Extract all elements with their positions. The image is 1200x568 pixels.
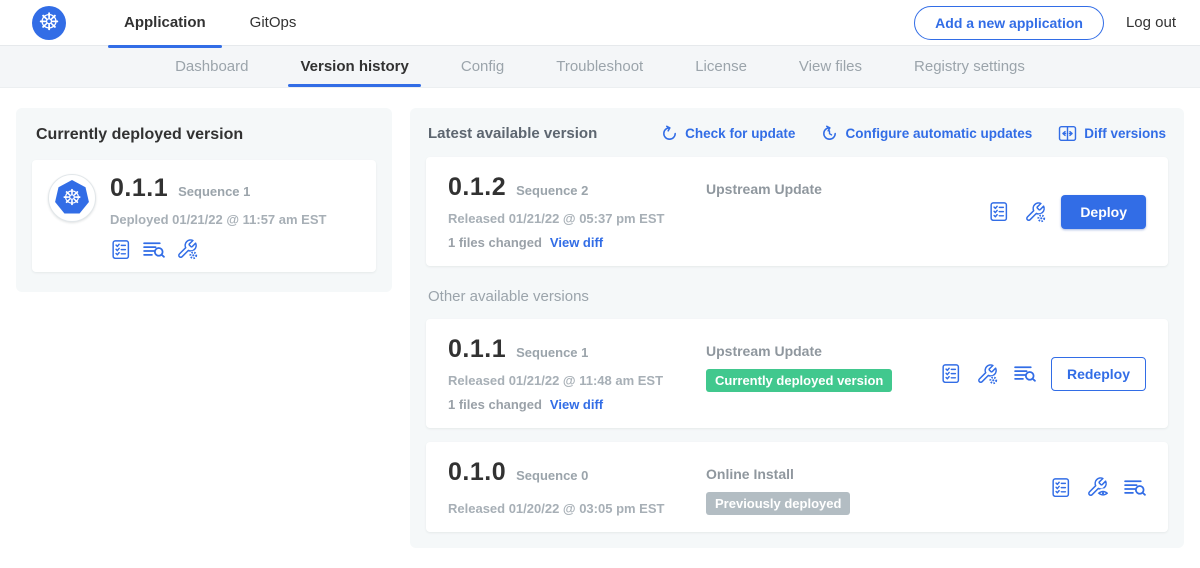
currently-deployed-badge: Currently deployed version bbox=[706, 369, 892, 392]
files-changed-label: 1 files changed bbox=[448, 397, 542, 412]
deployed-version-number: 0.1.1 bbox=[110, 174, 168, 203]
version-source-label: Upstream Update bbox=[706, 343, 940, 359]
deployed-timestamp: Deployed 01/21/22 @ 11:57 am EST bbox=[110, 212, 326, 227]
diff-versions-label: Diff versions bbox=[1084, 126, 1166, 141]
version-number: 0.1.1 bbox=[448, 335, 506, 364]
sequence-label: Sequence 1 bbox=[516, 345, 588, 360]
diff-versions-link[interactable]: Diff versions bbox=[1058, 124, 1166, 143]
configure-automatic-updates-link[interactable]: Configure automatic updates bbox=[821, 125, 1032, 142]
version-card-0-1-0: 0.1.0 Sequence 0 Released 01/20/22 @ 03:… bbox=[426, 442, 1168, 532]
sequence-label: Sequence 2 bbox=[516, 183, 588, 198]
version-card-0-1-2: 0.1.2 Sequence 2 Released 01/21/22 @ 05:… bbox=[426, 157, 1168, 266]
version-number: 0.1.0 bbox=[448, 458, 506, 487]
version-source-label: Online Install bbox=[706, 466, 1050, 482]
refresh-icon bbox=[661, 125, 678, 142]
versions-panel: Latest available version Check for updat… bbox=[410, 108, 1184, 548]
app-logo: ☸ bbox=[48, 174, 96, 222]
version-source-label: Upstream Update bbox=[706, 181, 988, 197]
subnav-dashboard[interactable]: Dashboard bbox=[149, 46, 274, 87]
deployed-sequence-label: Sequence 1 bbox=[178, 184, 250, 199]
released-timestamp: Released 01/20/22 @ 03:05 pm EST bbox=[448, 501, 706, 516]
tab-gitops[interactable]: GitOps bbox=[228, 0, 319, 46]
released-timestamp: Released 01/21/22 @ 05:37 pm EST bbox=[448, 211, 706, 226]
currently-deployed-panel: Currently deployed version ☸ 0.1.1 Seque… bbox=[16, 108, 392, 292]
check-for-update-link[interactable]: Check for update bbox=[661, 125, 795, 142]
deploy-logs-icon[interactable] bbox=[142, 239, 165, 260]
subnav-config[interactable]: Config bbox=[435, 46, 530, 87]
view-diff-link[interactable]: View diff bbox=[550, 397, 603, 412]
kubernetes-app-logo-icon: ☸ bbox=[54, 180, 90, 216]
preflight-checks-icon[interactable] bbox=[1050, 477, 1071, 498]
config-gear-icon[interactable] bbox=[976, 363, 998, 385]
app-subnav: Dashboard Version history Config Trouble… bbox=[0, 46, 1200, 88]
top-header: ☸ Application GitOps Add a new applicati… bbox=[0, 0, 1200, 46]
configure-automatic-updates-label: Configure automatic updates bbox=[845, 126, 1032, 141]
diff-columns-icon bbox=[1058, 124, 1077, 143]
view-diff-link[interactable]: View diff bbox=[550, 235, 603, 250]
clock-arrow-icon bbox=[821, 125, 838, 142]
released-timestamp: Released 01/21/22 @ 11:48 am EST bbox=[448, 373, 706, 388]
preflight-checks-icon[interactable] bbox=[988, 201, 1009, 222]
deployed-panel-title: Currently deployed version bbox=[36, 126, 372, 144]
subnav-registry-settings[interactable]: Registry settings bbox=[888, 46, 1051, 87]
other-versions-title: Other available versions bbox=[428, 288, 1166, 305]
deploy-button[interactable]: Deploy bbox=[1061, 195, 1146, 229]
latest-available-title: Latest available version bbox=[428, 125, 597, 142]
subnav-license[interactable]: License bbox=[669, 46, 773, 87]
tab-application[interactable]: Application bbox=[102, 0, 228, 46]
subnav-view-files[interactable]: View files bbox=[773, 46, 888, 87]
version-card-0-1-1: 0.1.1 Sequence 1 Released 01/21/22 @ 11:… bbox=[426, 319, 1168, 428]
redeploy-button[interactable]: Redeploy bbox=[1051, 357, 1146, 391]
kubernetes-helm-wheel-icon: ☸ bbox=[32, 6, 66, 40]
deploy-logs-icon[interactable] bbox=[1123, 477, 1146, 498]
version-number: 0.1.2 bbox=[448, 173, 506, 202]
sequence-label: Sequence 0 bbox=[516, 468, 588, 483]
preflight-checks-icon[interactable] bbox=[110, 239, 131, 260]
header-tabs: Application GitOps bbox=[102, 0, 318, 46]
check-for-update-label: Check for update bbox=[685, 126, 795, 141]
deploy-logs-icon[interactable] bbox=[1013, 363, 1036, 384]
preflight-checks-icon[interactable] bbox=[940, 363, 961, 384]
config-gear-icon[interactable] bbox=[1024, 201, 1046, 223]
config-gear-icon[interactable] bbox=[176, 238, 198, 260]
previously-deployed-badge: Previously deployed bbox=[706, 492, 850, 515]
add-new-application-button[interactable]: Add a new application bbox=[914, 6, 1104, 40]
config-view-icon[interactable] bbox=[1086, 476, 1108, 498]
files-changed-label: 1 files changed bbox=[448, 235, 542, 250]
deployed-version-card: ☸ 0.1.1 Sequence 1 Deployed 01/21/22 @ 1… bbox=[32, 160, 376, 272]
subnav-troubleshoot[interactable]: Troubleshoot bbox=[530, 46, 669, 87]
subnav-version-history[interactable]: Version history bbox=[274, 46, 434, 87]
logout-button[interactable]: Log out bbox=[1126, 14, 1176, 31]
